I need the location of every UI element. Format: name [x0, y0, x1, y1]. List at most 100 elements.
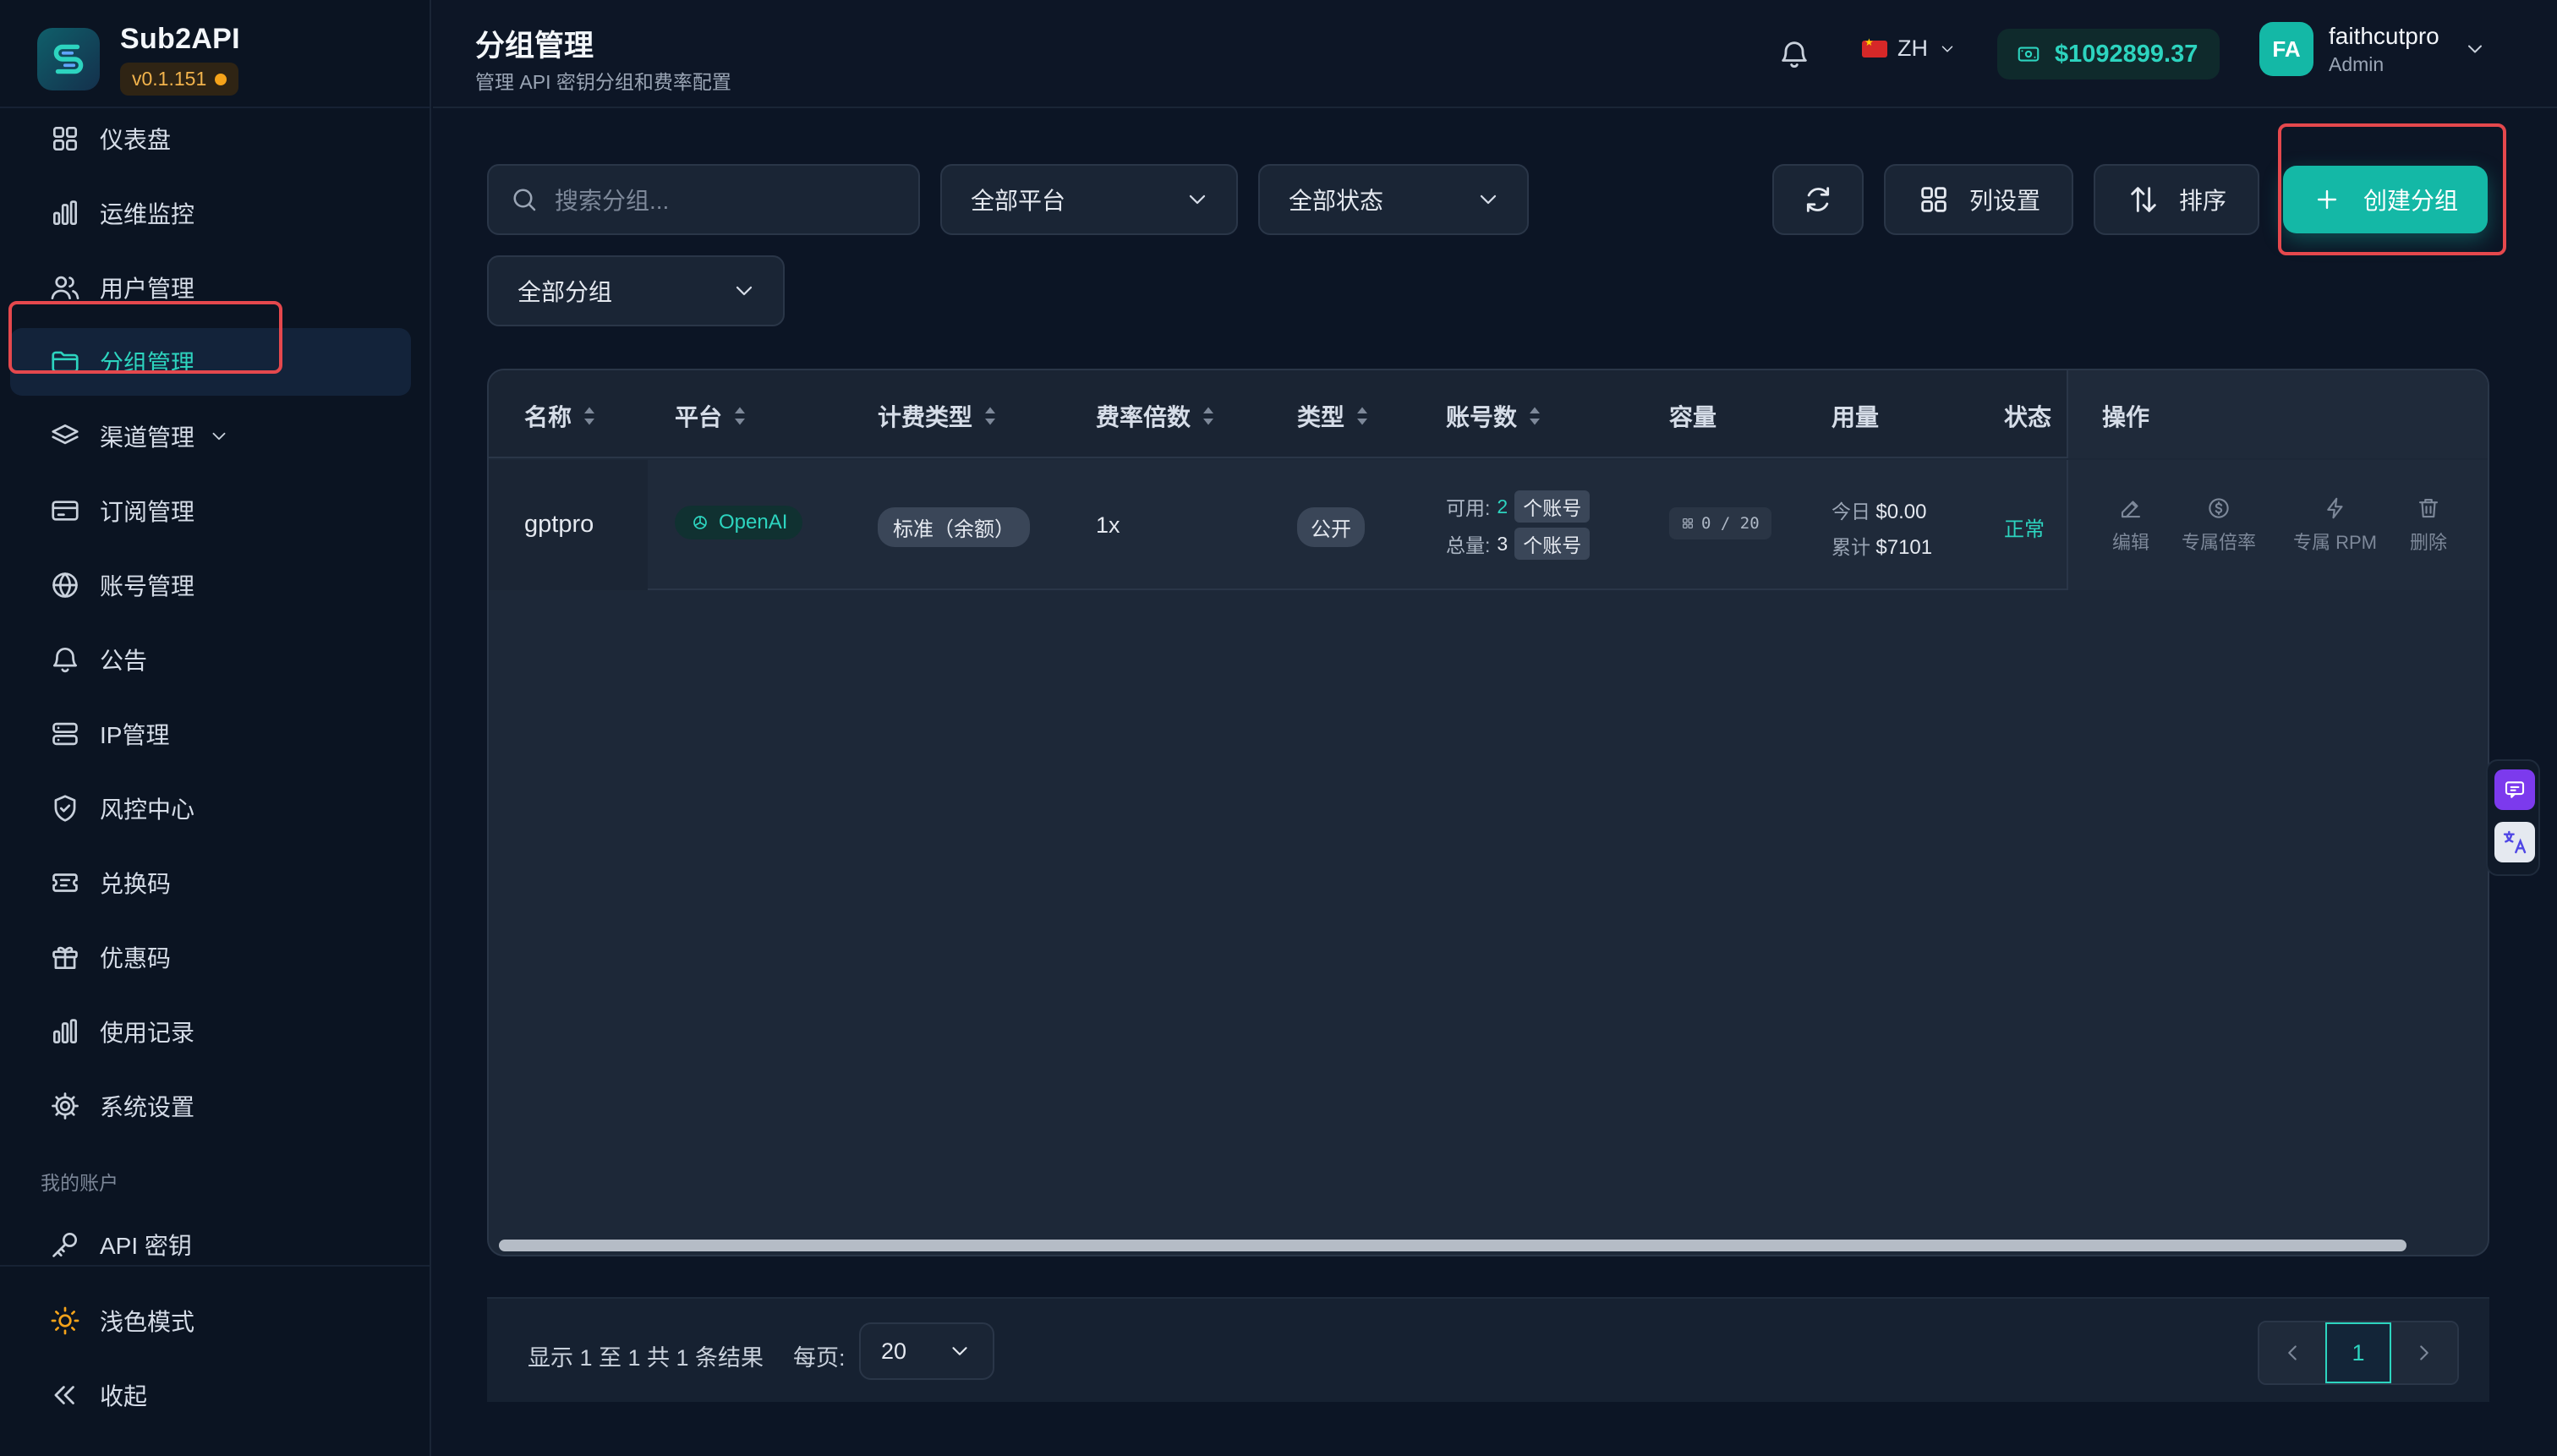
wallet-icon	[2018, 47, 2040, 62]
platform-name: OpenAI	[719, 511, 788, 534]
column-header-status: 状态	[2004, 399, 2051, 433]
sort-icon	[1203, 407, 1214, 425]
column-header-billing-type[interactable]: 计费类型	[878, 399, 998, 433]
user-role: Admin	[2329, 52, 2385, 75]
sidebar-item-risk-center[interactable]: 风控中心	[10, 775, 411, 842]
sidebar-item-channels[interactable]: 渠道管理	[10, 402, 411, 470]
version-text: v0.1.151	[132, 68, 207, 90]
status-filter-select[interactable]: 全部状态	[1258, 164, 1529, 235]
custom-rpm-button[interactable]: 专属 RPM	[2293, 495, 2377, 555]
usage-cell: 今日 $0.00 累计 $7101	[1832, 495, 1932, 560]
sidebar-item-subscriptions[interactable]: 订阅管理	[10, 477, 411, 545]
theme-toggle-label: 浅色模式	[100, 1309, 195, 1335]
sidebar-item-accounts[interactable]: 账号管理	[10, 551, 411, 619]
brand[interactable]: Sub2API v0.1.151	[37, 17, 240, 101]
column-label: 容量	[1669, 404, 1717, 430]
sidebar-item-label: 账号管理	[100, 573, 195, 599]
column-header-actions-cell: 操作	[2067, 370, 2488, 458]
available-accounts: 可用: 2 个账号	[1446, 490, 1591, 523]
horizontal-scrollbar[interactable]	[499, 1240, 2406, 1251]
globe-icon	[52, 572, 78, 598]
floating-toolbar	[2486, 759, 2540, 876]
sort-icon	[735, 407, 746, 425]
column-label: 用量	[1832, 404, 1880, 430]
sidebar-item-label: 仪表盘	[100, 127, 172, 153]
avatar: FA	[2259, 22, 2313, 76]
column-label: 操作	[2102, 404, 2150, 430]
column-header-name[interactable]: 名称	[524, 399, 597, 433]
shield-icon	[54, 795, 76, 822]
balance-badge[interactable]: $1092899.37	[1997, 29, 2220, 79]
account-unit-tag: 个账号	[1514, 490, 1591, 523]
sort-icon	[1530, 407, 1541, 425]
type-badge: 公开	[1297, 507, 1365, 547]
column-header-account-count[interactable]: 账号数	[1446, 399, 1542, 433]
highlight-box-create	[2278, 123, 2506, 255]
refresh-button[interactable]	[1772, 164, 1864, 235]
column-header-usage: 用量	[1832, 399, 1879, 433]
platform-filter-value: 全部平台	[971, 188, 1066, 214]
sidebar-item-announcements[interactable]: 公告	[10, 626, 411, 693]
custom-rate-button[interactable]: 专属倍率	[2182, 495, 2256, 555]
sidebar-item-settings[interactable]: 系统设置	[10, 1072, 411, 1140]
group-name: gptpro	[524, 511, 594, 538]
sort-icon	[1357, 407, 1368, 425]
available-count: 2	[1497, 495, 1508, 517]
sidebar-item-dashboard[interactable]: 仪表盘	[10, 105, 411, 172]
edit-label: 编辑	[2112, 532, 2150, 553]
language-switcher[interactable]: ZH	[1862, 36, 1957, 62]
sort-icon	[985, 407, 996, 425]
edit-button[interactable]: 编辑	[2112, 495, 2149, 555]
users-icon	[51, 276, 79, 300]
chevron-down-icon[interactable]	[208, 425, 230, 447]
collapse-label: 收起	[100, 1383, 148, 1409]
account-nav: API 密钥	[10, 1211, 411, 1285]
chat-icon	[2505, 781, 2525, 798]
sidebar-item-api-keys[interactable]: API 密钥	[10, 1211, 411, 1278]
openai-icon	[693, 516, 707, 529]
balance-amount: $1092899.37	[2055, 40, 2198, 68]
column-header-platform[interactable]: 平台	[675, 399, 747, 433]
usage-today: 今日 $0.00	[1832, 495, 1932, 524]
column-settings-button[interactable]: 列设置	[1884, 164, 2073, 235]
sidebar-item-usage-records[interactable]: 使用记录	[10, 998, 411, 1065]
grid-icon	[1683, 518, 1693, 528]
column-header-actions: 操作	[2102, 399, 2149, 433]
per-page-select[interactable]: 20	[859, 1322, 994, 1380]
chevron-down-icon	[2467, 45, 2482, 53]
lightning-icon	[2326, 497, 2343, 519]
column-header-type[interactable]: 类型	[1297, 399, 1370, 433]
sort-button[interactable]: 排序	[2094, 164, 2259, 235]
collapse-sidebar-button[interactable]: 收起	[10, 1361, 411, 1429]
groups-table: 名称 平台 计费类型 费率倍数 类型 账号数 容量 用量 状态 操作 gptpr…	[487, 369, 2489, 1256]
next-page-button[interactable]	[2391, 1322, 2457, 1383]
today-label: 今日	[1832, 501, 1870, 523]
actions-cell: 编辑 专属倍率 专属 RPM 删除	[2067, 460, 2488, 590]
chat-assistant-button[interactable]	[2494, 769, 2535, 810]
sidebar-item-ops-monitor[interactable]: 运维监控	[10, 179, 411, 247]
group-filter-select[interactable]: 全部分组	[487, 255, 785, 326]
delete-button[interactable]: 删除	[2410, 495, 2447, 555]
platform-filter-select[interactable]: 全部平台	[940, 164, 1238, 235]
sidebar-item-redeem-codes[interactable]: 兑换码	[10, 849, 411, 917]
chevron-right-icon	[2420, 1345, 2428, 1360]
theme-toggle[interactable]: 浅色模式	[10, 1287, 411, 1355]
prev-page-button[interactable]	[2259, 1322, 2325, 1383]
notification-bell-icon[interactable]	[1777, 37, 1811, 71]
translate-button[interactable]	[2494, 822, 2535, 862]
chevron-down-icon	[1189, 194, 1206, 205]
sidebar-item-ip-management[interactable]: IP管理	[10, 700, 411, 768]
usage-cumulative: 累计 $7101	[1832, 531, 1932, 560]
total-accounts: 总量: 3 个账号	[1446, 528, 1591, 560]
page-button-current[interactable]: 1	[2325, 1322, 2391, 1383]
delete-label: 删除	[2410, 532, 2448, 553]
pager: 1	[2258, 1321, 2459, 1385]
column-header-rate[interactable]: 费率倍数	[1096, 399, 1216, 433]
credit-card-icon	[52, 501, 79, 521]
search-input[interactable]: 搜索分组...	[487, 164, 920, 235]
user-menu[interactable]: FA faithcutpro Admin	[2259, 22, 2487, 76]
sidebar-item-coupons[interactable]: 优惠码	[10, 923, 411, 991]
sidebar-item-label: IP管理	[100, 722, 170, 748]
grid-icon	[1921, 187, 1946, 212]
sidebar-item-label: 用户管理	[100, 276, 195, 302]
